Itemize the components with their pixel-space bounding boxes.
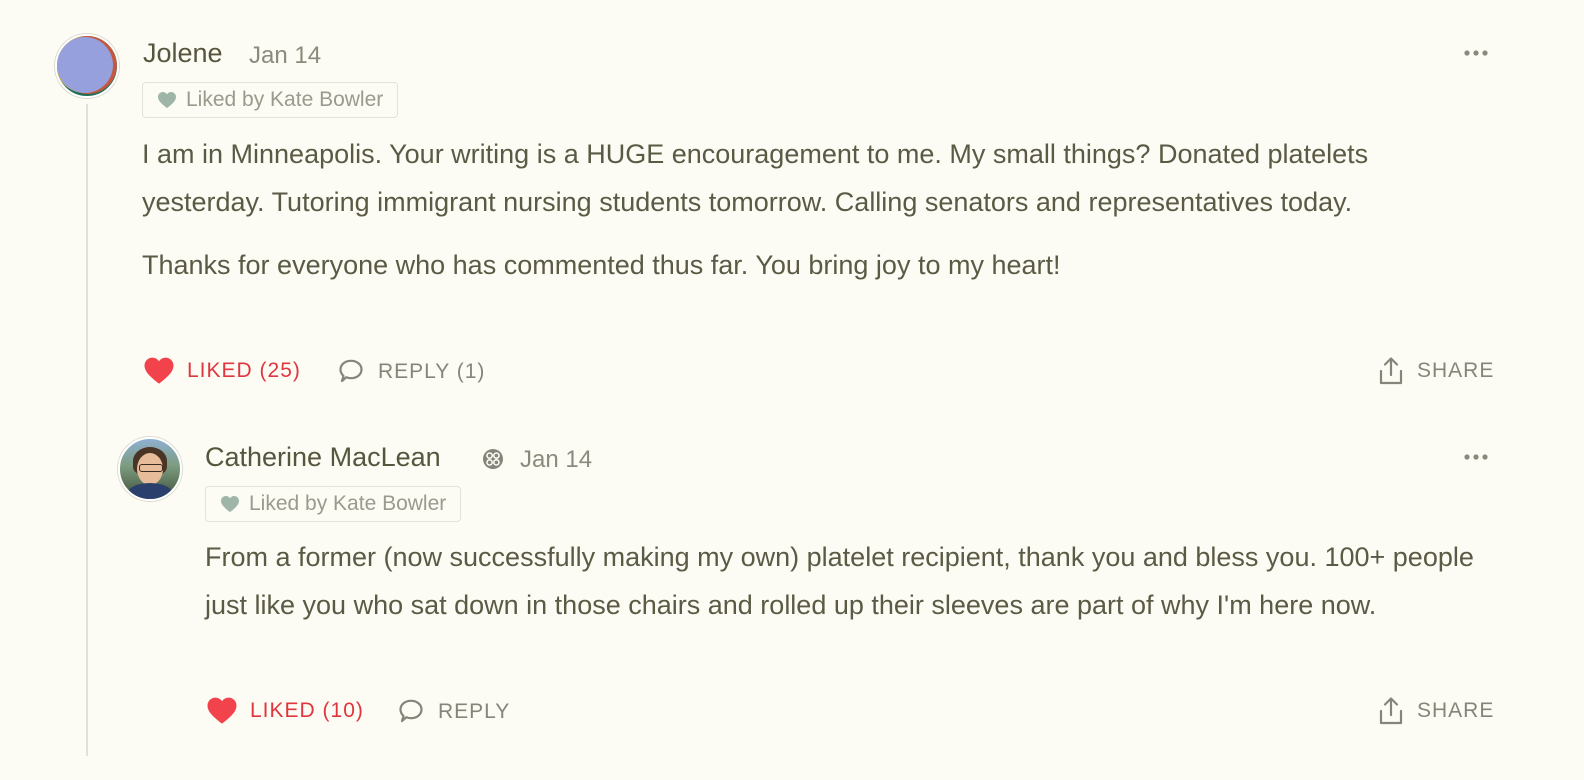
speech-bubble-icon (339, 359, 363, 383)
avatar[interactable] (55, 34, 119, 98)
reply-label: REPLY (438, 700, 511, 723)
share-label: SHARE (1417, 359, 1495, 382)
thread-line[interactable] (86, 104, 88, 756)
more-options-icon[interactable] (1463, 49, 1489, 57)
speech-bubble-icon (399, 699, 423, 723)
heart-icon (144, 357, 174, 384)
comment-date[interactable]: Jan 14 (520, 446, 592, 474)
avatar[interactable] (118, 437, 182, 501)
share-label: SHARE (1417, 699, 1495, 722)
like-label: LIKED (10) (250, 698, 364, 722)
more-options-icon[interactable] (1463, 453, 1489, 461)
liked-by-label: Liked by Kate Bowler (249, 492, 447, 515)
heart-icon (158, 91, 176, 109)
like-button[interactable]: LIKED (10) (206, 696, 364, 725)
liked-by-label: Liked by Kate Bowler (186, 88, 384, 111)
comment-paragraph: From a former (now successfully making m… (205, 542, 1474, 620)
liked-by-badge: Liked by Kate Bowler (205, 486, 462, 522)
share-upload-icon (1379, 357, 1403, 385)
comment-body: I am in Minneapolis. Your writing is a H… (142, 131, 1452, 290)
like-label: LIKED (25) (187, 358, 301, 382)
heart-icon (221, 495, 239, 513)
liked-by-badge: Liked by Kate Bowler (142, 82, 399, 118)
comment-author[interactable]: Jolene (143, 38, 223, 69)
comment-paragraph: I am in Minneapolis. Your writing is a H… (142, 139, 1369, 217)
reply-button[interactable]: REPLY (396, 697, 510, 727)
heart-icon (207, 697, 237, 724)
comment-author[interactable]: Catherine MacLean (205, 442, 441, 473)
share-upload-icon (1379, 697, 1403, 725)
comment-paragraph: Thanks for everyone who has commented th… (142, 250, 1061, 280)
reply-label: REPLY (1) (378, 360, 486, 383)
like-button[interactable]: LIKED (25) (143, 356, 301, 385)
share-button[interactable]: SHARE (1377, 356, 1494, 386)
reply-button[interactable]: REPLY (1) (336, 357, 485, 387)
share-button[interactable]: SHARE (1377, 696, 1494, 726)
subscriber-badge-icon (483, 449, 503, 469)
comment-date[interactable]: Jan 14 (249, 42, 321, 70)
comment-body: From a former (now successfully making m… (205, 534, 1475, 629)
